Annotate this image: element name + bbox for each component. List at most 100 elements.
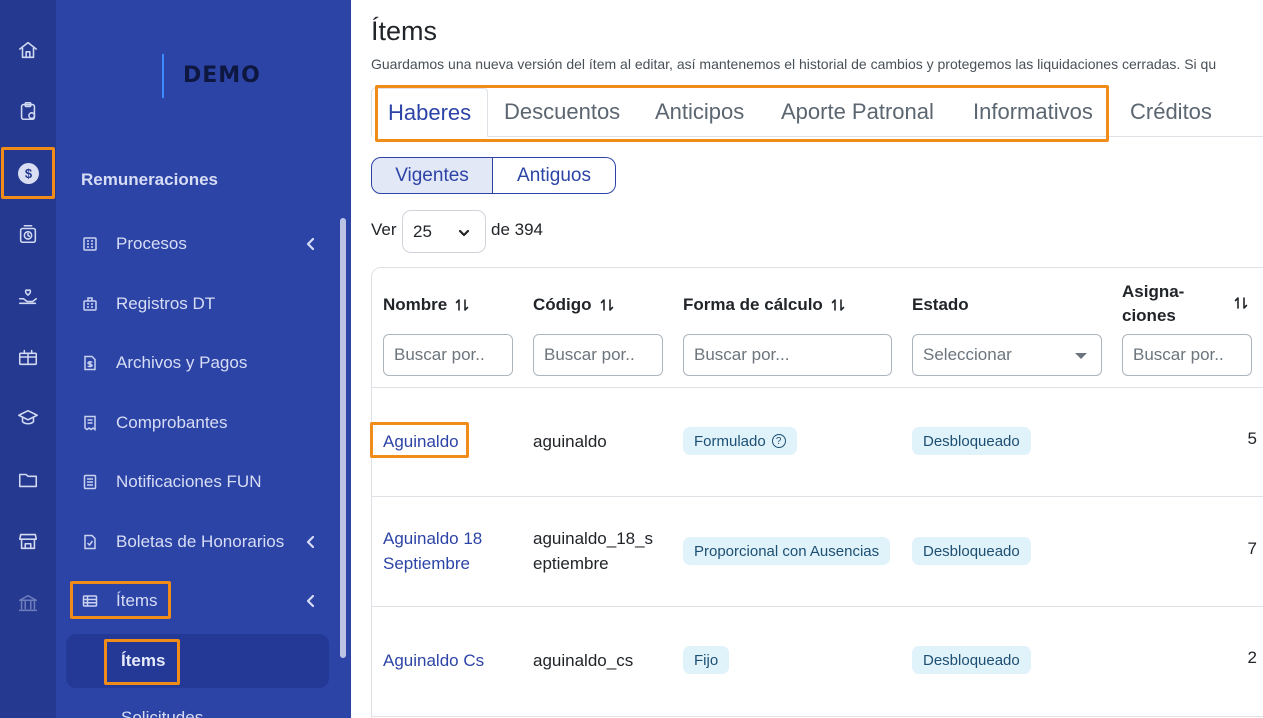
row-divider <box>372 606 1263 607</box>
chevron-left-icon[interactable] <box>303 236 319 252</box>
building-icon <box>81 295 99 313</box>
item-name-link[interactable]: Aguinaldo <box>383 429 459 454</box>
sidebar-item-label: Ítems <box>116 591 158 610</box>
active-module-highlight <box>1 147 55 199</box>
calculator-icon <box>81 235 99 253</box>
tab-aporte-patronal[interactable]: Aporte Patronal <box>781 88 934 136</box>
column-header-codigo[interactable]: Código <box>533 295 614 315</box>
sidebar-item-procesos[interactable]: Procesos <box>81 229 331 259</box>
home-icon[interactable] <box>14 36 42 64</box>
sidebar-item-notificaciones-fun[interactable]: Notificaciones FUN <box>81 467 331 497</box>
assignments-count: 5 <box>1247 429 1257 448</box>
column-header-label: Forma de cálculo <box>683 295 823 314</box>
assignments-count: 7 <box>1247 539 1257 558</box>
icon-rail: $ <box>0 0 56 718</box>
chevron-left-icon[interactable] <box>303 534 319 550</box>
row-divider <box>372 716 1263 717</box>
item-name-link[interactable]: Aguinaldo 18 Septiembre <box>383 526 482 576</box>
page-size-label: Ver <box>371 220 397 239</box>
table-icon <box>81 592 99 610</box>
column-header-label: Nombre <box>383 295 448 314</box>
main-content: Ítems Guardamos una nueva versión del ít… <box>351 0 1263 718</box>
page-size-value: 25 <box>413 221 432 241</box>
status-badge: Desbloqueado <box>912 646 1031 674</box>
bank-icon[interactable] <box>14 589 42 617</box>
sort-arrows-icon[interactable] <box>831 297 845 313</box>
sidebar-item-label: Procesos <box>116 234 187 253</box>
filter-nombre-input[interactable] <box>383 334 513 376</box>
receipt-icon <box>81 414 99 432</box>
calc-type-badge: Formulado ? <box>683 427 797 455</box>
status-badge: Desbloqueado <box>912 537 1031 565</box>
sidebar-item-archivos-pagos[interactable]: Archivos y Pagos <box>81 348 331 378</box>
graduation-cap-icon[interactable] <box>14 404 42 432</box>
segment-vigentes[interactable]: Vigentes <box>371 157 493 194</box>
sidebar-item-items[interactable]: Ítems <box>81 586 331 616</box>
sidebar-item-label: Comprobantes <box>116 413 228 432</box>
row-divider <box>372 387 1263 388</box>
item-name-link[interactable]: Aguinaldo Cs <box>383 648 484 673</box>
tab-haberes[interactable]: Haberes <box>371 88 488 137</box>
sidebar-item-comprobantes[interactable]: Comprobantes <box>81 408 331 438</box>
sidebar-item-label: Notificaciones FUN <box>116 472 262 491</box>
column-header-label-line-1: Asigna- <box>1122 282 1185 301</box>
column-header-estado: Estado <box>912 295 969 315</box>
sort-arrows-icon[interactable] <box>1234 295 1248 311</box>
item-code: aguinaldo_18_s eptiembre <box>533 529 654 573</box>
filter-estado-value: Seleccionar <box>923 345 1012 364</box>
item-type-tabs: Haberes Descuentos Anticipos Aporte Patr… <box>371 88 1263 137</box>
item-code: aguinaldo <box>533 432 607 451</box>
filter-asignaciones-input[interactable] <box>1122 334 1252 376</box>
segment-antiguos[interactable]: Antiguos <box>493 157 616 194</box>
item-code: aguinaldo_cs <box>533 651 634 670</box>
chevron-down-icon <box>457 225 471 239</box>
tab-creditos[interactable]: Créditos <box>1130 88 1212 136</box>
chevron-left-icon[interactable] <box>303 593 319 609</box>
folder-icon[interactable] <box>14 466 42 494</box>
sidebar-subitem-items-active[interactable] <box>66 634 329 688</box>
filter-forma-input[interactable] <box>683 334 892 376</box>
clipboard-clock-icon[interactable] <box>14 97 42 125</box>
sidebar-subitem-items-label[interactable]: Ítems <box>121 651 165 671</box>
filter-estado-select[interactable]: Seleccionar <box>912 334 1102 376</box>
logo-divider <box>162 54 164 98</box>
sidebar-item-label: Boletas de Honorarios <box>116 532 285 551</box>
column-header-forma-calculo[interactable]: Forma de cálculo <box>683 295 845 315</box>
tab-informativos[interactable]: Informativos <box>973 88 1093 136</box>
column-header-asignaciones[interactable]: Asigna- ciones <box>1122 280 1184 328</box>
calc-type-badge: Proporcional con Ausencias <box>683 537 891 565</box>
page-size-select[interactable]: 25 <box>402 210 486 253</box>
sidebar-item-label: Archivos y Pagos <box>116 353 248 372</box>
file-dollar-icon <box>81 354 99 372</box>
help-icon[interactable]: ? <box>771 434 786 448</box>
filter-codigo-input[interactable] <box>533 334 663 376</box>
tab-anticipos[interactable]: Anticipos <box>655 88 744 136</box>
brand-logo: DEMO <box>183 63 261 88</box>
column-header-label-line-2: ciones <box>1122 306 1176 325</box>
file-check-icon <box>81 533 99 551</box>
column-header-nombre[interactable]: Nombre <box>383 295 469 315</box>
sidebar-subitem-solicitudes[interactable]: Solicitudes <box>121 708 203 718</box>
store-icon[interactable] <box>14 527 42 555</box>
column-header-label: Código <box>533 295 592 314</box>
sort-arrows-icon[interactable] <box>455 297 469 313</box>
row-divider <box>372 496 1263 497</box>
gift-box-icon[interactable] <box>14 343 42 371</box>
tab-descuentos[interactable]: Descuentos <box>504 88 620 136</box>
document-lines-icon <box>81 473 99 491</box>
sort-arrows-icon[interactable] <box>600 297 614 313</box>
status-badge: Desbloqueado <box>912 427 1031 455</box>
sidebar-item-registros-dt[interactable]: Registros DT <box>81 289 331 319</box>
sidebar-section-title: Remuneraciones <box>81 170 218 189</box>
sidebar-item-boletas-honorarios[interactable]: Boletas de Honorarios <box>81 527 331 557</box>
sidebar-scrollbar[interactable] <box>340 218 346 658</box>
sidebar-item-label: Registros DT <box>116 294 216 313</box>
clock-box-icon[interactable] <box>14 220 42 248</box>
sidebar: DEMO Remuneraciones Procesos Registros D… <box>56 0 351 718</box>
total-count-label: de 394 <box>491 220 543 239</box>
hand-heart-icon[interactable] <box>14 282 42 310</box>
items-table: Nombre Código Forma de cálculo Estado As… <box>371 267 1263 718</box>
page-title: Ítems <box>371 16 438 46</box>
assignments-count: 2 <box>1247 648 1257 667</box>
page-description: Guardamos una nueva versión del ítem al … <box>371 56 1217 72</box>
